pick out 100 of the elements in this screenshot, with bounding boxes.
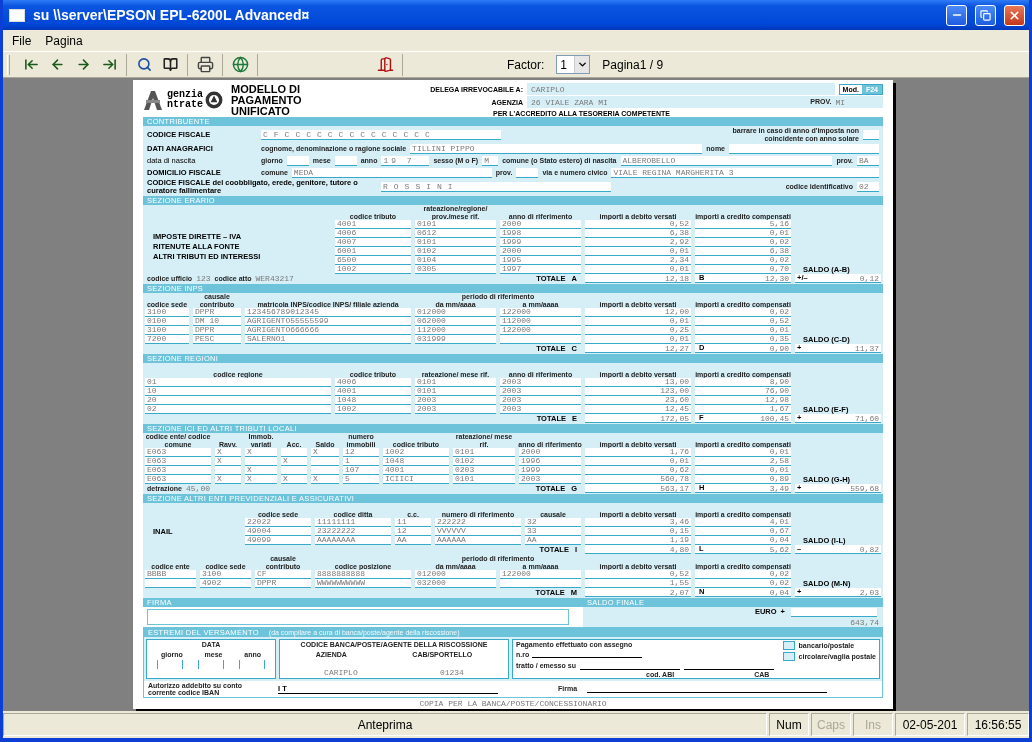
table-cell: AGRIGENTO55555599 [245, 317, 411, 326]
table-cell [145, 579, 196, 588]
table-cell: X [281, 457, 307, 466]
table-cell: 0,02 [695, 570, 791, 579]
field-value: 45,00 [186, 484, 211, 493]
mese-field [334, 155, 357, 166]
via-field: VIALE REGINA MARGHERITA 3 [611, 167, 879, 178]
table-cell: 0104 [415, 256, 496, 265]
table-cell: 0,15 [585, 527, 691, 536]
table-cell: 76,90 [695, 387, 791, 396]
printer-icon [196, 56, 214, 73]
table-cell: 0101 [453, 448, 515, 457]
table-cell: 1995 [500, 256, 581, 265]
door-icon [376, 56, 394, 73]
table-cell: 11 [395, 518, 431, 527]
table-cell: 1048 [383, 457, 449, 466]
table-cell: 0,02 [695, 308, 791, 317]
table-cell: 49004 [245, 527, 311, 536]
table-cell: 2,92 [585, 238, 691, 247]
table-cell: 1999 [500, 238, 581, 247]
table-cell: 10 [145, 387, 331, 396]
table-cell: E063 [145, 466, 211, 475]
table-cell: 0100 [145, 317, 189, 326]
table-cell: 0102 [453, 457, 515, 466]
table-cell: 2,34 [585, 256, 691, 265]
table-cell: 02 [145, 405, 331, 414]
minimize-button[interactable] [946, 4, 967, 26]
factor-select[interactable]: 1 [556, 55, 591, 74]
delega-field: CARIPLO [527, 83, 835, 95]
table-cell: 01 [145, 378, 331, 387]
checkbox[interactable] [782, 652, 795, 661]
table-cell: 1996 [519, 457, 581, 466]
table-cell: 1002 [335, 405, 411, 414]
anno-field: 19 7 [381, 155, 430, 166]
logo-icon [143, 89, 165, 111]
table-cell: 4006 [335, 378, 411, 387]
table-cell: 2003 [500, 387, 581, 396]
table-cell: 6,38 [585, 229, 691, 238]
table-cell: 12 [395, 527, 431, 536]
field-value: CARIPLO [324, 668, 358, 677]
table-cell: 1998 [500, 229, 581, 238]
table-cell: 23222222 [315, 527, 391, 536]
table-cell: 0,01 [585, 317, 691, 326]
table-cell: DPPR [193, 326, 241, 335]
checkbox-field [863, 129, 879, 140]
first-page-icon [23, 57, 39, 72]
arrow-left-icon [49, 57, 65, 72]
table-cell: E063 [145, 448, 211, 457]
table-cell: 12 [343, 448, 379, 457]
table-cell: 0102 [415, 247, 496, 256]
table-cell: 23,60 [585, 396, 691, 405]
table-cell: 0305 [415, 265, 496, 274]
table-cell: 122000 [500, 308, 581, 317]
table-cell: 8,90 [695, 378, 791, 387]
table-cell: DPPR [255, 579, 311, 588]
table-cell: 33 [525, 527, 581, 536]
restore-icon [980, 9, 991, 21]
table-cell: 0101 [453, 475, 515, 484]
prov-field: BA [857, 155, 879, 166]
form-title: MODELLO DI PAGAMENTO UNIFICATO [231, 83, 303, 117]
table-cell: X [215, 448, 241, 457]
menu-item[interactable]: Pagina [39, 31, 89, 50]
table-cell: 107 [343, 466, 379, 475]
copy-note: COPIA PER LA BANCA/POSTE/CONCESSIONARIO [418, 698, 608, 709]
table-cell: 1 [343, 457, 379, 466]
table-cell: AAAAAA [435, 536, 521, 545]
emblem-icon [205, 91, 223, 109]
table-cell: 20 [145, 396, 331, 405]
dropdown-icon [576, 59, 588, 70]
table-cell: 2000 [519, 448, 581, 457]
giorno-field [286, 155, 309, 166]
prov-field [516, 167, 539, 178]
table-cell: 123,00 [585, 387, 691, 396]
table-cell [281, 466, 307, 475]
table-cell: WWWWWWWWWW [315, 579, 411, 588]
last-page-icon [101, 57, 117, 72]
table-cell: 0101 [415, 220, 496, 229]
table-cell: 6,38 [695, 247, 791, 256]
table-cell: 11111111 [315, 518, 391, 527]
saldo-finale-value: 643,74 [850, 617, 879, 627]
table-cell [281, 448, 307, 457]
total-amount: 172,05 [585, 414, 691, 423]
table-cell: 1048 [335, 396, 411, 405]
table-cell: 0,35 [695, 335, 791, 344]
table-cell: 6001 [335, 247, 411, 256]
table-cell: 1002 [335, 265, 411, 274]
menu-item[interactable]: File [6, 31, 38, 50]
table-cell: PESC [193, 335, 241, 344]
table-cell: 0,52 [585, 570, 691, 579]
restore-button[interactable] [975, 4, 996, 26]
logo-text: genzia [167, 90, 203, 100]
table-cell: X [311, 448, 339, 457]
table-cell: 0,01 [695, 466, 791, 475]
table-cell: 6500 [335, 256, 411, 265]
checkbox[interactable] [782, 641, 795, 650]
status-time: 16:56:55 [967, 713, 1029, 736]
table-cell: 0,89 [695, 475, 791, 484]
table-cell: 0612 [415, 229, 496, 238]
close-button[interactable] [1004, 4, 1025, 26]
table-cell: 031999 [415, 335, 496, 344]
